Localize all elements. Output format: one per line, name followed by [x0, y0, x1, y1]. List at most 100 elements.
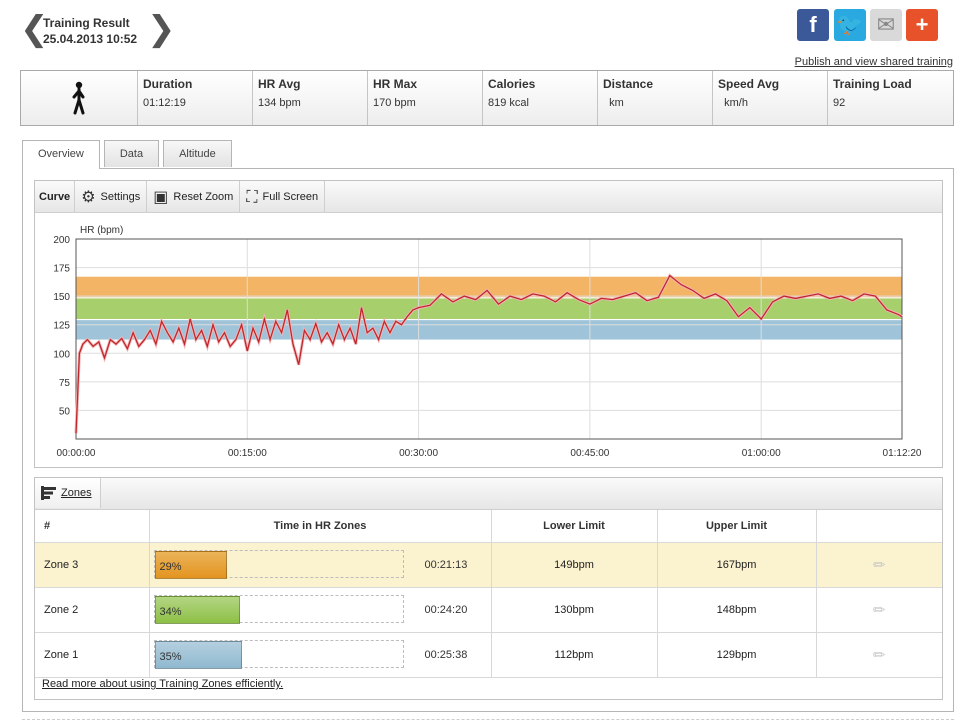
zone-row-3: Zone 3 29% 00:21:13 149bpm 167bpm ✏: [35, 542, 942, 588]
sport-type-cell: [21, 71, 137, 125]
zone-actions-cell: ✏: [816, 587, 942, 633]
y-tick-label: 125: [53, 321, 70, 332]
zone-row-1: Zone 1 35% 00:25:38 112bpm 129bpm ✏: [35, 632, 942, 678]
zone-time-bar-fill: 29%: [154, 550, 227, 579]
training-summary: Duration 01:12:19 HR Avg 134 bpm HR Max …: [20, 70, 954, 126]
zone-upper-limit: 167bpm: [657, 542, 817, 588]
zones-tab[interactable]: Zones: [35, 478, 101, 508]
full-screen-icon: ⛶: [246, 186, 258, 206]
next-training-button[interactable]: ❯: [147, 12, 176, 46]
zones-header: Zones: [35, 478, 942, 510]
zone-time-cell: 34% 00:24:20: [149, 587, 492, 633]
more-share-button[interactable]: +: [906, 9, 938, 41]
duration-cell: Duration 01:12:19: [137, 71, 252, 125]
summary-label: Training Load: [833, 77, 912, 91]
zone-name: Zone 3: [35, 542, 150, 588]
twitter-icon: 🐦: [836, 12, 864, 37]
edit-zone-pencil-icon[interactable]: ✏: [873, 646, 886, 664]
curve-label: Curve: [35, 181, 76, 212]
zones-table: # Time in HR Zones Lower Limit Upper Lim…: [35, 510, 942, 678]
y-tick-label: 175: [53, 264, 70, 275]
page-title: Training Result 25.04.2013 10:52: [43, 15, 137, 47]
column-header: #: [35, 510, 150, 543]
facebook-share-button[interactable]: f: [797, 9, 829, 41]
y-axis-label: HR (bpm): [80, 225, 123, 236]
zone-time-cell: 29% 00:21:13: [149, 542, 492, 588]
column-header-actions: [816, 510, 942, 543]
bottom-divider: [22, 719, 954, 720]
zone-name: Zone 1: [35, 632, 150, 678]
calories-cell: Calories 819 kcal: [482, 71, 597, 125]
reset-zoom-label: Reset Zoom: [173, 190, 234, 203]
distance-cell: Distance km: [597, 71, 712, 125]
summary-value: 92: [833, 97, 846, 109]
y-tick-label: 50: [59, 406, 71, 417]
facebook-icon: f: [809, 12, 817, 37]
training-zones-read-more-link[interactable]: Read more about using Training Zones eff…: [42, 678, 283, 690]
zones-panel: Zones # Time in HR Zones Lower Limit Upp…: [34, 477, 943, 700]
x-tick-label: 00:30:00: [399, 448, 438, 459]
x-tick-label: 00:00:00: [57, 448, 96, 459]
zone-time-value: 00:24:20: [424, 603, 468, 616]
zone-upper-limit: 148bpm: [657, 587, 817, 633]
publish-shared-training-link[interactable]: Publish and view shared training: [795, 56, 953, 68]
tab-data[interactable]: Data: [103, 140, 160, 167]
column-header: Lower Limit: [491, 510, 658, 543]
zone-lower-limit: 112bpm: [491, 632, 658, 678]
column-header: Time in HR Zones: [149, 510, 492, 543]
summary-label: HR Avg: [258, 77, 301, 91]
zones-tab-label: Zones: [61, 487, 92, 499]
training-load-cell: Training Load 92: [827, 71, 953, 125]
result-tabs: Overview Data Altitude: [22, 140, 236, 169]
x-tick-label: 01:00:00: [742, 448, 781, 459]
heart-rate-chart[interactable]: 50 75 100 125 150 175 200 00:00:00 00:15:00 00:30…: [35, 213, 942, 468]
zone-band: [76, 320, 902, 340]
zone-time-bar-fill: 34%: [154, 595, 240, 624]
settings-label: Settings: [100, 190, 141, 203]
zone-time-bar: 29%: [153, 549, 404, 579]
tab-altitude[interactable]: Altitude: [163, 140, 232, 167]
zone-time-bar: 35%: [153, 639, 404, 669]
email-share-button[interactable]: ✉: [870, 9, 902, 41]
reset-zoom-button[interactable]: ▣ Reset Zoom: [147, 181, 241, 212]
zone-actions-cell: ✏: [816, 542, 942, 588]
summary-label: Distance: [603, 77, 654, 91]
summary-value: km/h: [718, 97, 748, 109]
zone-time-value: 00:25:38: [424, 648, 468, 661]
zone-time-cell: 35% 00:25:38: [149, 632, 492, 678]
training-datetime: 25.04.2013 10:52: [43, 32, 138, 46]
twitter-share-button[interactable]: 🐦: [834, 9, 866, 41]
zone-time-bar: 34%: [153, 594, 404, 624]
curve-panel: Curve ⚙ Settings ▣ Reset Zoom ⛶ Full Scr…: [34, 180, 943, 468]
full-screen-button[interactable]: ⛶ Full Screen: [240, 181, 326, 212]
summary-label: Calories: [488, 77, 536, 91]
zones-table-header: # Time in HR Zones Lower Limit Upper Lim…: [35, 510, 942, 543]
settings-button[interactable]: ⚙ Settings: [75, 181, 148, 212]
summary-value: 134 bpm: [258, 97, 301, 109]
y-tick-label: 100: [53, 349, 70, 360]
zone-name: Zone 2: [35, 587, 150, 633]
summary-value: 819 kcal: [488, 97, 529, 109]
x-tick-label: 00:15:00: [228, 448, 267, 459]
email-icon: ✉: [876, 12, 896, 37]
gear-icon: ⚙: [81, 187, 96, 206]
summary-label: Duration: [143, 77, 193, 91]
y-tick-label: 150: [53, 292, 70, 303]
x-tick-label: 00:45:00: [570, 448, 609, 459]
summary-label: HR Max: [373, 77, 418, 91]
hr-max-cell: HR Max 170 bpm: [367, 71, 482, 125]
summary-value: 01:12:19: [143, 97, 186, 109]
zone-band: [76, 298, 902, 319]
edit-zone-pencil-icon[interactable]: ✏: [873, 556, 886, 574]
edit-zone-pencil-icon[interactable]: ✏: [873, 601, 886, 619]
curve-toolbar: Curve ⚙ Settings ▣ Reset Zoom ⛶ Full Scr…: [35, 181, 942, 213]
summary-label: Speed Avg: [718, 77, 780, 91]
zones-bars-icon: [41, 486, 56, 500]
hr-avg-cell: HR Avg 134 bpm: [252, 71, 367, 125]
zone-actions-cell: ✏: [816, 632, 942, 678]
column-header: Upper Limit: [657, 510, 817, 543]
tab-overview[interactable]: Overview: [22, 140, 100, 169]
training-title: Training Result: [43, 16, 130, 30]
zone-time-value: 00:21:13: [424, 558, 468, 571]
walking-person-icon: [72, 81, 85, 115]
